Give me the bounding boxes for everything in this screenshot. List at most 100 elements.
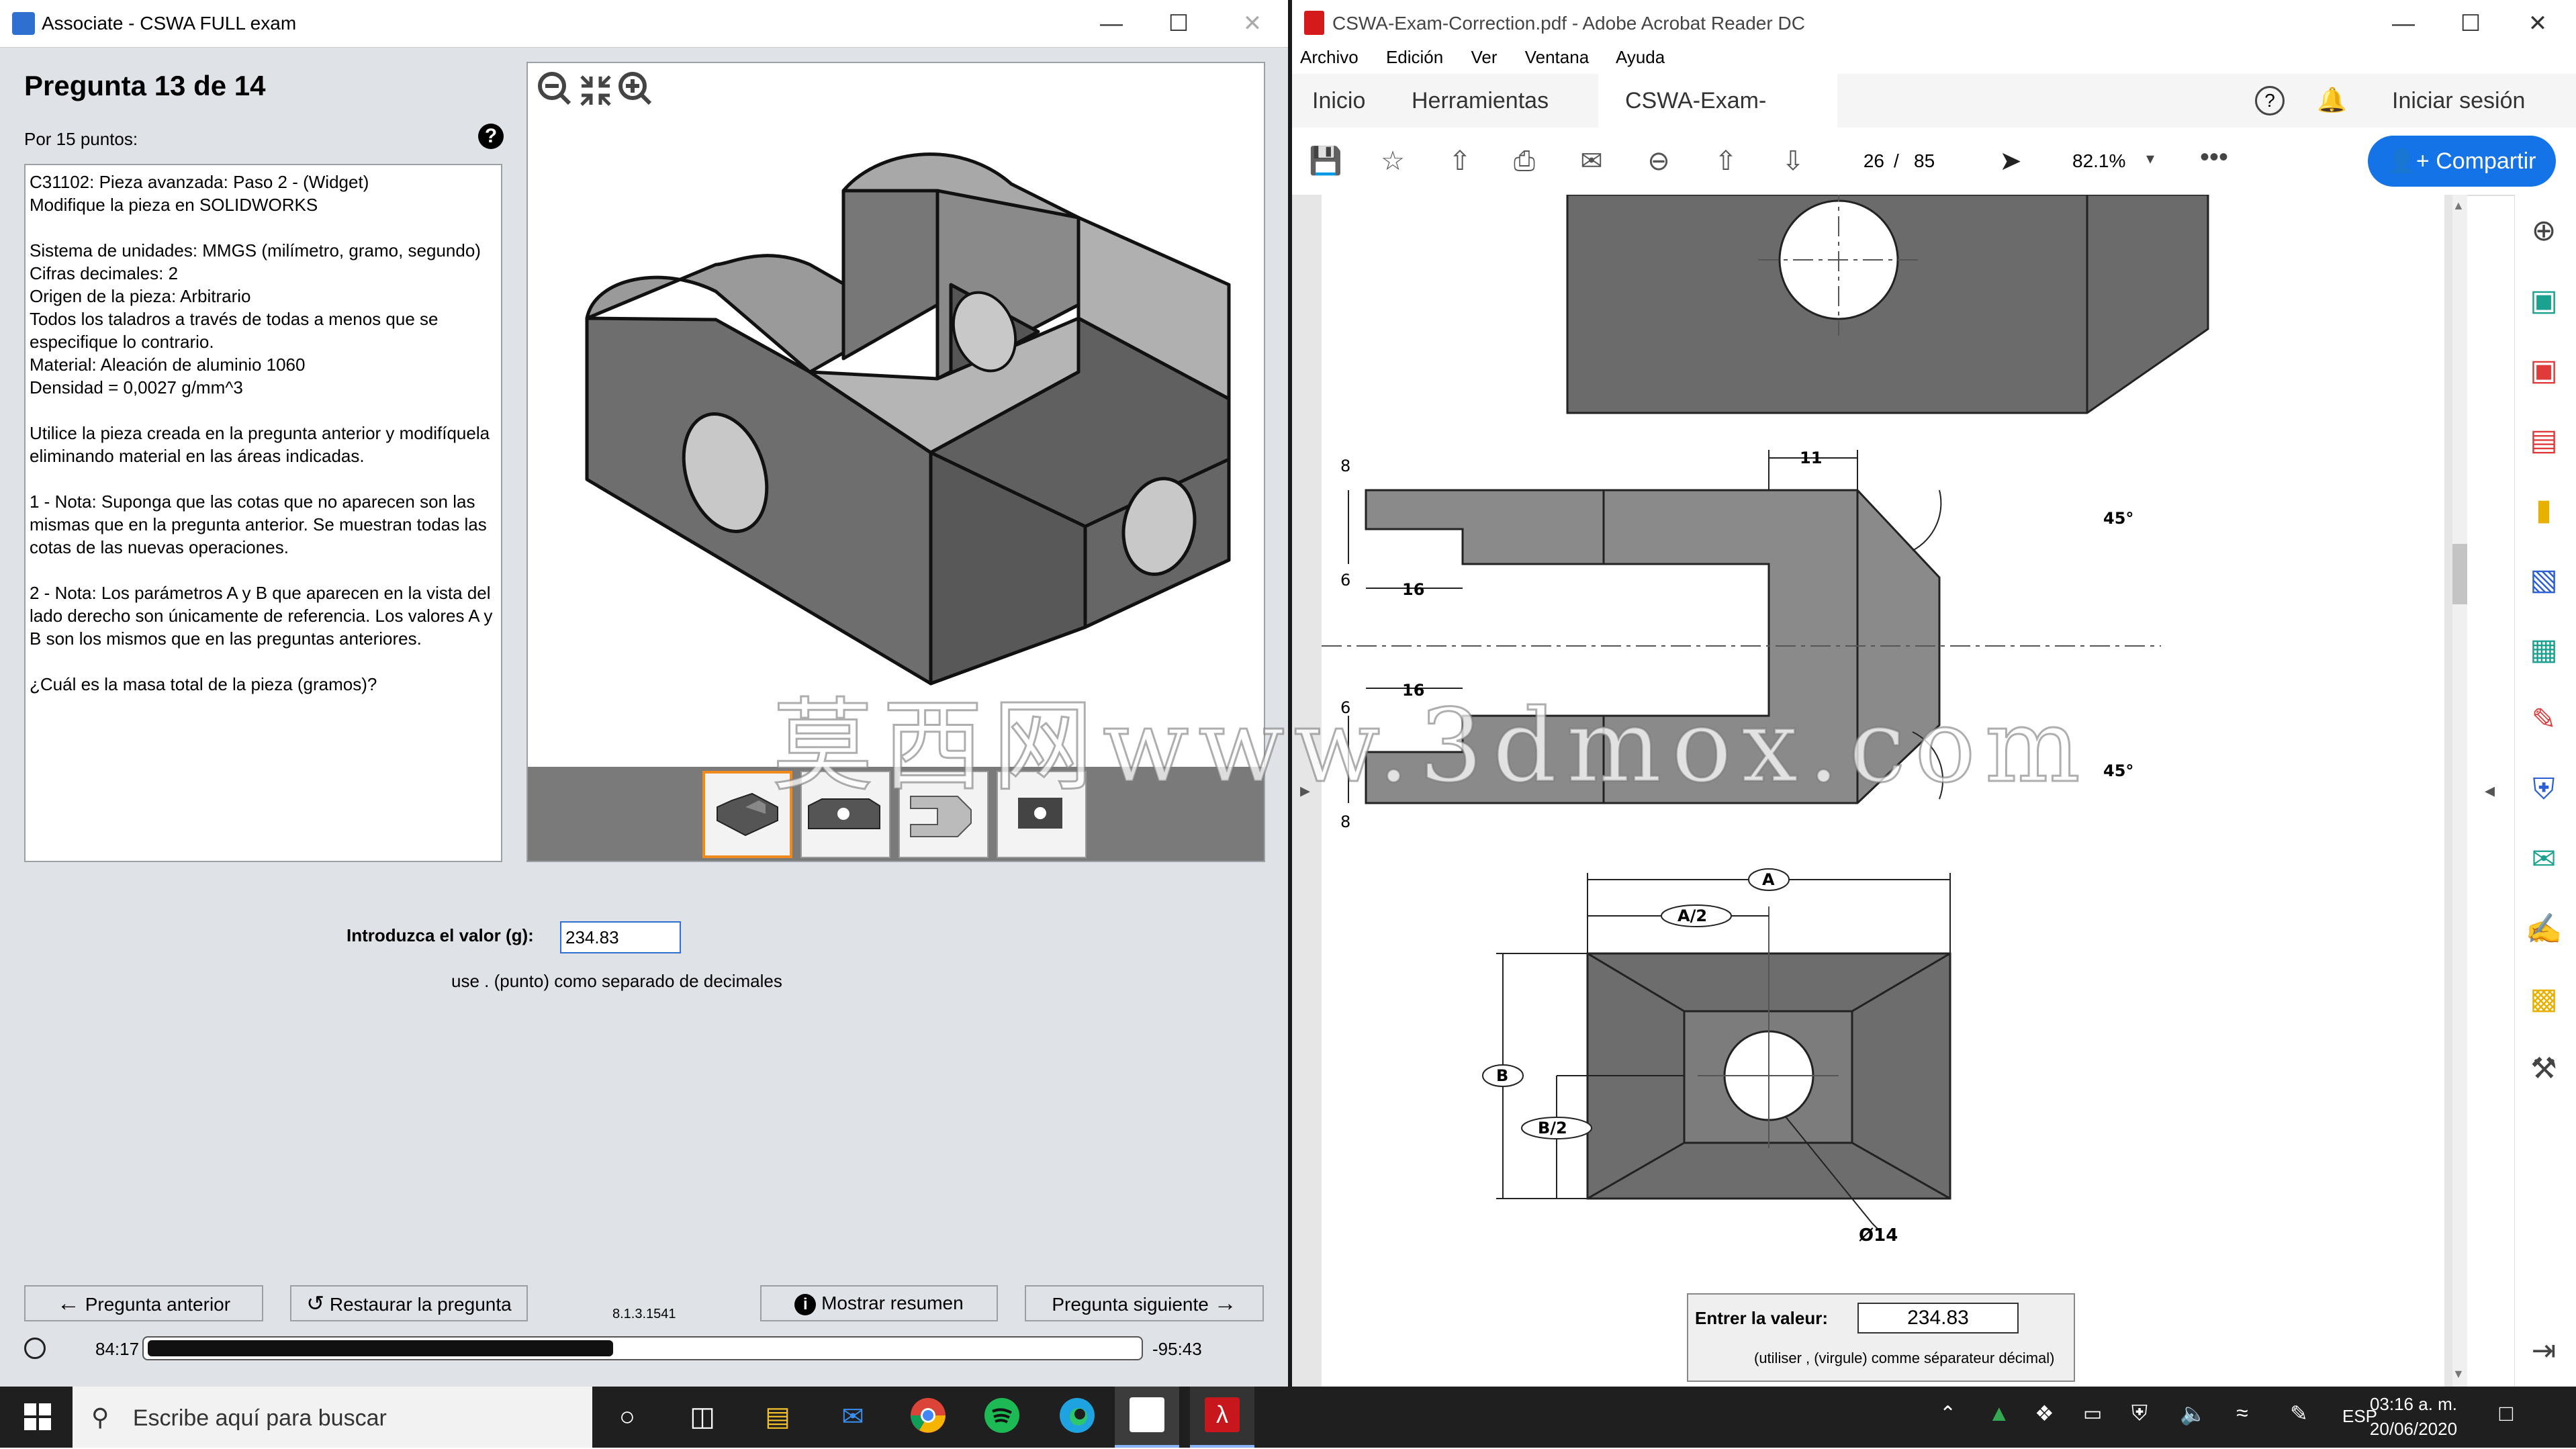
previous-question-button[interactable]: ← Pregunta anterior: [24, 1285, 263, 1321]
menu-ventana[interactable]: Ventana: [1525, 47, 1589, 67]
question-paragraph: 2 - Nota: Los parámetros A y B que apare…: [30, 583, 493, 649]
create-pdf-icon[interactable]: ▣: [2525, 352, 2563, 389]
part-render: [538, 72, 1231, 686]
task-view-icon[interactable]: ◫: [682, 1397, 723, 1437]
acrobat-icon: λ: [1205, 1397, 1240, 1432]
question-paragraph: Utilice la pieza creada en la pregunta a…: [30, 423, 490, 466]
battery-icon[interactable]: ▭: [2083, 1402, 2102, 1425]
value-label: Introduzca el valor (g):: [347, 925, 534, 945]
menu-ayuda[interactable]: Ayuda: [1616, 47, 1665, 67]
request-sign-icon[interactable]: ✍: [2525, 910, 2563, 948]
select-cursor-icon[interactable]: ➤: [1990, 141, 2031, 181]
zoom-out-icon[interactable]: [538, 72, 571, 105]
wifi-icon[interactable]: ≈: [2236, 1401, 2248, 1425]
help-icon[interactable]: ?: [2255, 86, 2285, 115]
clock-icon: [24, 1338, 46, 1359]
bell-icon[interactable]: 🔔: [2317, 86, 2347, 114]
chrome-icon[interactable]: [908, 1397, 948, 1437]
scroll-down-icon[interactable]: ▼: [2452, 1367, 2465, 1381]
dim-label: 6: [1340, 571, 1350, 590]
tab-inicio[interactable]: Inicio: [1312, 74, 1365, 128]
combine-files-icon[interactable]: ▧: [2525, 561, 2563, 599]
question-circle-icon[interactable]: ?: [478, 124, 504, 149]
print-icon[interactable]: ⎙: [1504, 141, 1545, 181]
show-summary-button[interactable]: i Mostrar resumen: [760, 1285, 998, 1321]
right-panel-toggle-icon[interactable]: ◂: [2485, 779, 2495, 802]
save-icon[interactable]: 💾: [1305, 141, 1346, 181]
restore-question-button[interactable]: ↺ Restaurar la pregunta: [290, 1285, 528, 1321]
cortana-icon[interactable]: ○: [607, 1397, 647, 1437]
taskbar-active-app[interactable]: [1115, 1387, 1179, 1448]
more-options-icon[interactable]: •••: [2200, 142, 2228, 173]
collapse-rail-icon[interactable]: ⇥: [2525, 1332, 2563, 1370]
mail-icon[interactable]: ✉: [833, 1397, 873, 1437]
protect-shield-icon[interactable]: ⛨: [2525, 771, 2563, 808]
organize-pages-icon[interactable]: ▦: [2525, 631, 2563, 669]
menu-edicion[interactable]: Edición: [1386, 47, 1443, 67]
zoom-level[interactable]: 82.1%: [2072, 150, 2125, 172]
zoom-out-icon[interactable]: ⊖: [1639, 141, 1679, 181]
security-icon[interactable]: ⛨: [2131, 1401, 2148, 1426]
bookmark-star-icon[interactable]: ☆: [1373, 141, 1413, 181]
next-question-button[interactable]: Pregunta siguiente →: [1025, 1285, 1264, 1321]
edit-pdf-icon[interactable]: ▤: [2525, 422, 2563, 459]
dim-label: 45°: [2103, 509, 2133, 528]
add-user-icon: 👤+: [2387, 148, 2430, 174]
chevron-down-icon[interactable]: ▾: [2146, 149, 2154, 169]
page-separator: /: [1894, 150, 1899, 171]
dim-label: 8: [1340, 812, 1350, 831]
email-icon[interactable]: ✉: [1571, 141, 1612, 181]
fill-sign-icon[interactable]: ✎: [2525, 701, 2563, 739]
taskbar-clock[interactable]: 03:16 a. m. 20/06/2020: [2366, 1392, 2460, 1442]
zoom-in-icon[interactable]: ⊕: [2525, 212, 2563, 250]
value-input[interactable]: 234.83: [560, 921, 681, 953]
notifications-icon[interactable]: □: [2490, 1401, 2522, 1433]
drive-icon[interactable]: ▲: [1988, 1401, 2011, 1427]
dim-label: 16: [1402, 580, 1424, 599]
page-number-input[interactable]: 26: [1841, 150, 1884, 175]
send-track-icon[interactable]: ✉: [2525, 841, 2563, 878]
summary-label: Mostrar resumen: [821, 1293, 964, 1313]
info-icon: i: [794, 1294, 817, 1315]
maximize-icon[interactable]: ☐: [1142, 0, 1215, 47]
share-button[interactable]: 👤+ Compartir: [2368, 136, 2556, 187]
close-icon[interactable]: ✕: [2501, 0, 2575, 47]
menu-archivo[interactable]: Archivo: [1300, 47, 1359, 67]
prepare-form-icon[interactable]: ▩: [2525, 980, 2563, 1018]
export-pdf-icon[interactable]: ▣: [2525, 282, 2563, 320]
maximize-icon[interactable]: ☐: [2434, 0, 2508, 47]
minimize-icon[interactable]: —: [2366, 0, 2440, 47]
volume-icon[interactable]: 🔈: [2180, 1401, 2207, 1426]
question-paragraph: ¿Cuál es la masa total de la pieza (gram…: [30, 674, 377, 694]
vertical-scrollbar[interactable]: [2452, 195, 2467, 1387]
minimize-icon[interactable]: —: [1074, 0, 1148, 47]
sign-in-link[interactable]: Iniciar sesión: [2392, 74, 2525, 128]
spotify-icon[interactable]: [982, 1397, 1022, 1437]
comment-icon[interactable]: ▮: [2525, 492, 2563, 529]
file-explorer-icon[interactable]: ▤: [757, 1397, 798, 1437]
close-icon[interactable]: ✕: [1215, 0, 1289, 47]
zoom-in-icon[interactable]: [618, 72, 652, 105]
page-up-icon[interactable]: ⇧: [1706, 141, 1746, 181]
taskbar-search[interactable]: ⚲ Escribe aquí para buscar: [73, 1387, 592, 1448]
page-total: 85: [1914, 150, 1935, 171]
taskbar-acrobat[interactable]: λ: [1190, 1387, 1254, 1448]
search-icon: ⚲: [91, 1403, 109, 1431]
menu-bar: Archivo Edición Ver Ventana Ayuda: [1292, 47, 2576, 74]
page-down-icon[interactable]: ⇩: [1773, 141, 1813, 181]
previous-label: Pregunta anterior: [85, 1294, 231, 1315]
upload-icon[interactable]: ⇧: [1440, 141, 1480, 181]
windows-start-icon[interactable]: [24, 1403, 51, 1434]
chevron-up-icon[interactable]: ⌃: [1939, 1402, 1956, 1425]
tab-herramientas[interactable]: Herramientas: [1412, 74, 1549, 128]
fit-view-icon[interactable]: [580, 75, 611, 106]
menu-ver[interactable]: Ver: [1471, 47, 1497, 67]
dim-label: Ø14: [1859, 1225, 1898, 1246]
pen-icon[interactable]: ✎: [2290, 1401, 2308, 1426]
scroll-up-icon[interactable]: ▲: [2452, 199, 2465, 213]
window-title: Associate - CSWA FULL exam: [42, 13, 297, 34]
edge-icon[interactable]: [1057, 1397, 1097, 1437]
dropbox-icon[interactable]: ❖: [2035, 1401, 2054, 1426]
scrollbar-thumb[interactable]: [2452, 544, 2467, 604]
more-tools-icon[interactable]: ⚒: [2525, 1050, 2563, 1088]
